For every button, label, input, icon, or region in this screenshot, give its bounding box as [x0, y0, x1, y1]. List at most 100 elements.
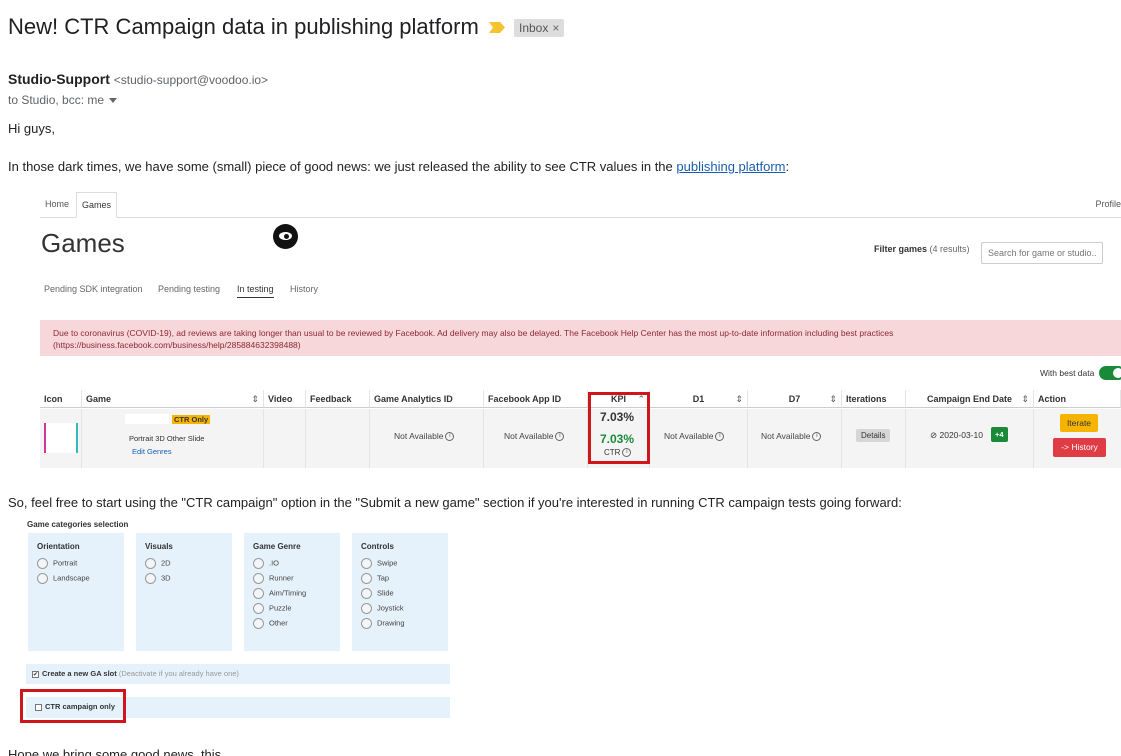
info-icon[interactable]: i: [445, 432, 455, 442]
info-icon[interactable]: i: [812, 432, 822, 442]
option-2d[interactable]: 2D: [145, 558, 171, 569]
end-date-text: 2020-03-10: [939, 430, 983, 440]
sort-icon[interactable]: ⇕: [735, 390, 743, 408]
ga-id-value: Not Available i: [394, 431, 455, 442]
option-joystick[interactable]: Joystick: [361, 603, 404, 614]
col-game[interactable]: Game ⇕: [82, 390, 264, 408]
sort-icon[interactable]: ⇕: [251, 390, 259, 408]
option-label: Tap: [377, 573, 390, 583]
fb-app-id-text: Not Available: [504, 431, 554, 441]
filter-games-label: Filter games (4 results): [874, 244, 970, 254]
option-3d[interactable]: 3D: [145, 573, 171, 584]
tab-in-testing[interactable]: In testing: [237, 284, 274, 298]
history-button[interactable]: -> History: [1053, 438, 1106, 457]
radio-button[interactable]: [253, 573, 264, 584]
ga-slot-checkbox[interactable]: ✔: [32, 670, 39, 678]
video-eye-icon[interactable]: [273, 224, 298, 249]
platform-screenshot: Home Games Profile Games Filter games (4…: [40, 186, 1121, 468]
ga-id-text: Not Available: [394, 431, 444, 441]
col-ga-id: Game Analytics ID: [370, 390, 484, 408]
no-entry-icon: ⊘: [930, 430, 938, 440]
radio-button[interactable]: [253, 558, 264, 569]
option-label: Other: [269, 618, 288, 628]
info-icon[interactable]: i: [555, 432, 565, 442]
nav-profile[interactable]: Profile: [1095, 199, 1121, 209]
categories-title: Game categories selection: [27, 520, 129, 529]
kpi-highlight-box: [588, 392, 650, 464]
radio-button[interactable]: [361, 573, 372, 584]
radio-button[interactable]: [37, 558, 48, 569]
nav-tab-home[interactable]: Home: [40, 192, 74, 218]
option-other[interactable]: Other: [253, 618, 288, 629]
option-tap[interactable]: Tap: [361, 573, 389, 584]
radio-button[interactable]: [361, 588, 372, 599]
sender-name[interactable]: Studio-Support: [8, 71, 110, 87]
sort-icon[interactable]: ⇕: [1021, 390, 1029, 408]
info-icon[interactable]: i: [715, 432, 725, 442]
show-details-caret-icon[interactable]: [109, 98, 118, 104]
radio-button[interactable]: [253, 618, 264, 629]
radio-button[interactable]: [361, 603, 372, 614]
inbox-label-text: Inbox: [519, 21, 549, 35]
option-runner[interactable]: Runner: [253, 573, 294, 584]
option-drawing[interactable]: Drawing: [361, 618, 405, 629]
col-d7[interactable]: D7 ⇕: [748, 390, 842, 408]
ga-slot-row[interactable]: ✔ Create a new GA slot (Deactivate if you…: [26, 664, 450, 684]
col-campaign-end-date[interactable]: Campaign End Date ⇕: [906, 390, 1034, 408]
radio-button[interactable]: [145, 573, 156, 584]
option-puzzle[interactable]: Puzzle: [253, 603, 292, 614]
option-label: Swipe: [377, 558, 398, 568]
option-io[interactable]: .IO: [253, 558, 279, 569]
fb-app-id-value: Not Available i: [504, 431, 565, 442]
remove-label-icon[interactable]: ×: [552, 21, 559, 35]
category-heading: Game Genre: [253, 542, 301, 551]
col-action: Action: [1034, 390, 1121, 408]
radio-button[interactable]: [145, 558, 156, 569]
d7-text: Not Available: [761, 431, 811, 441]
para1-text: In those dark times, we have some (small…: [8, 159, 677, 174]
edit-genres-link[interactable]: Edit Genres: [132, 447, 172, 456]
radio-button[interactable]: [37, 573, 48, 584]
col-feedback: Feedback: [306, 390, 370, 408]
option-label: Landscape: [53, 573, 90, 583]
option-label: Slide: [377, 588, 394, 598]
d1-value: Not Available i: [664, 431, 725, 442]
col-d7-label: D7: [788, 394, 801, 404]
cell-feedback: [306, 409, 370, 468]
col-d1[interactable]: D1 ⇕: [650, 390, 748, 408]
extra-iterations-badge[interactable]: +4: [991, 427, 1008, 442]
tab-history[interactable]: History: [290, 284, 318, 294]
category-heading: Controls: [361, 542, 394, 551]
d7-value: Not Available i: [761, 431, 822, 442]
category-visuals: Visuals 2D 3D: [136, 533, 232, 651]
d1-text: Not Available: [664, 431, 714, 441]
option-slide[interactable]: Slide: [361, 588, 394, 599]
best-data-toggle[interactable]: [1099, 366, 1121, 380]
platform-nav: Home Games Profile: [40, 192, 1121, 218]
tab-pending-testing[interactable]: Pending testing: [158, 284, 220, 294]
ga-slot-label: Create a new GA slot: [42, 669, 117, 678]
recipients-text: to Studio, bcc: me: [8, 93, 105, 107]
nav-tab-games[interactable]: Games: [76, 192, 118, 218]
radio-button[interactable]: [361, 558, 372, 569]
tab-pending-sdk[interactable]: Pending SDK integration: [44, 284, 143, 294]
iterate-button[interactable]: Iterate: [1060, 414, 1098, 432]
sort-icon[interactable]: ⇕: [829, 390, 837, 408]
radio-button[interactable]: [253, 603, 264, 614]
option-aim-timing[interactable]: Aim/Timing: [253, 588, 306, 599]
body-paragraph-3: Hope we bring some good news, this: [8, 747, 222, 756]
covid-alert: Due to coronavirus (COVID-19), ad review…: [40, 320, 1121, 356]
option-label: Runner: [269, 573, 294, 583]
radio-button[interactable]: [361, 618, 372, 629]
ga-slot-hint: (Deactivate if you already have one): [118, 669, 239, 678]
search-input[interactable]: [981, 242, 1103, 264]
option-label: 2D: [161, 558, 171, 568]
option-swipe[interactable]: Swipe: [361, 558, 397, 569]
important-marker-icon[interactable]: [488, 21, 506, 34]
details-button[interactable]: Details: [856, 429, 891, 442]
option-portrait[interactable]: Portrait: [37, 558, 77, 569]
game-name-redacted: [125, 414, 169, 424]
radio-button[interactable]: [253, 588, 264, 599]
option-landscape[interactable]: Landscape: [37, 573, 90, 584]
publishing-platform-link[interactable]: publishing platform: [676, 159, 785, 174]
